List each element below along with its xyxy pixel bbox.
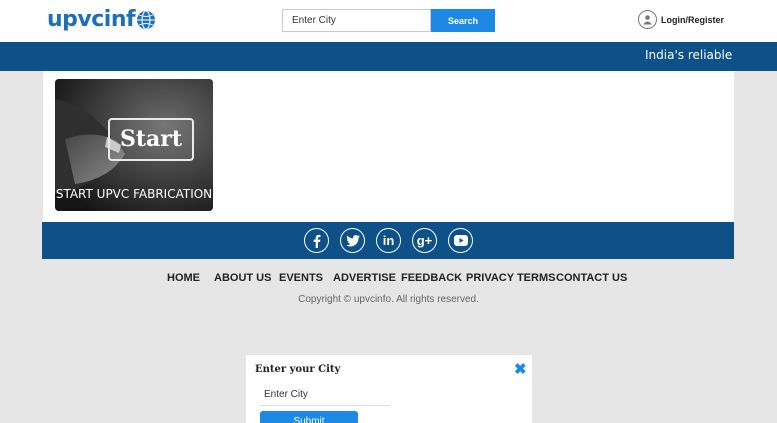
modal-title: Enter your City (255, 364, 341, 375)
copyright-text: Copyright © upvcinfo. All rights reserve… (298, 294, 479, 305)
nav-feedback[interactable]: FEEDBACK (401, 272, 462, 284)
card-caption: START UPVC FABRICATION (55, 187, 213, 201)
main-content: Start START UPVC FABRICATION (43, 71, 734, 223)
logo-text: upvcinf (47, 7, 136, 32)
nav-home[interactable]: HOME (167, 272, 200, 284)
login-register-link[interactable]: Login/Register (638, 10, 724, 29)
ticker-bar: India's reliable we (0, 42, 777, 71)
modal-city-input[interactable] (260, 384, 390, 406)
submit-button[interactable]: Submit (260, 411, 358, 423)
ticker-text: India's reliable we (645, 48, 735, 62)
nav-about-us[interactable]: ABOUT US (214, 272, 271, 284)
site-logo[interactable]: upvcinf (47, 7, 156, 32)
start-button-graphic: Start (108, 118, 194, 161)
nav-events[interactable]: EVENTS (279, 272, 323, 284)
social-bar: in g+ (42, 222, 734, 259)
search-button[interactable]: Search (431, 9, 495, 32)
nav-advertise[interactable]: ADVERTISE (333, 272, 396, 284)
nav-contact-us[interactable]: CONTACT US (556, 272, 627, 284)
facebook-icon[interactable] (304, 228, 329, 253)
twitter-icon[interactable] (340, 228, 365, 253)
login-label: Login/Register (661, 14, 725, 25)
city-search-input[interactable] (282, 9, 431, 32)
user-icon (638, 10, 657, 29)
youtube-icon[interactable] (448, 228, 473, 253)
google-plus-icon[interactable]: g+ (412, 228, 437, 253)
globe-icon (137, 10, 156, 29)
nav-privacy-terms[interactable]: PRIVACY TERMS (466, 272, 555, 284)
start-fabrication-card[interactable]: Start START UPVC FABRICATION (55, 79, 213, 211)
site-header: upvcinf Search Login/Register (0, 0, 777, 42)
linkedin-icon[interactable]: in (376, 228, 401, 253)
city-modal: Enter your City ✖ Submit (246, 355, 532, 423)
close-icon[interactable]: ✖ (514, 360, 527, 378)
